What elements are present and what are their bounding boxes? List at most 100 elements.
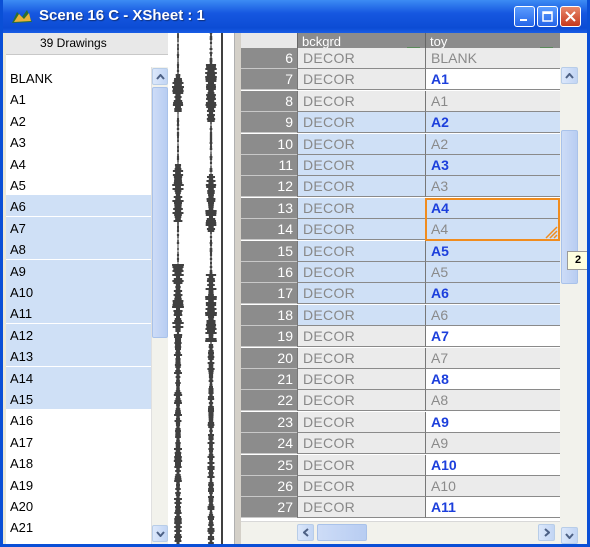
bckgrd-cell[interactable]: DECOR <box>297 283 425 305</box>
grid-scroll-up-button[interactable] <box>561 67 578 84</box>
scroll-down-button[interactable] <box>152 525 168 542</box>
toy-cell[interactable]: BLANK <box>425 48 560 69</box>
drawing-list-item[interactable]: A2 <box>6 110 151 131</box>
toy-cell[interactable]: A6 <box>425 304 560 326</box>
drawing-list-item[interactable]: A11 <box>6 302 151 324</box>
grid-vertical-scrollbar[interactable] <box>560 33 587 544</box>
toy-cell[interactable]: A9 <box>425 411 560 433</box>
drawing-list-item[interactable]: A14 <box>6 366 151 388</box>
toy-cell[interactable]: A2 <box>425 133 560 155</box>
frame-number-cell[interactable]: 27 <box>241 497 297 519</box>
frame-number-cell[interactable]: 21 <box>241 369 297 390</box>
drawing-list-item[interactable]: A7 <box>6 216 151 238</box>
toy-cell[interactable]: A5 <box>425 262 560 283</box>
grid-horizontal-scrollbar[interactable] <box>241 521 560 544</box>
bckgrd-cell[interactable]: DECOR <box>297 48 425 69</box>
bckgrd-cell[interactable]: DECOR <box>297 390 425 412</box>
bckgrd-cell[interactable]: DECOR <box>297 69 425 91</box>
toy-cell[interactable]: A2 <box>425 112 560 134</box>
frame-number-cell[interactable]: 18 <box>241 304 297 326</box>
toy-cell[interactable]: A3 <box>425 176 560 198</box>
toy-cell[interactable]: A3 <box>425 155 560 176</box>
scroll-thumb[interactable] <box>152 87 168 338</box>
frame-number-cell[interactable]: 9 <box>241 112 297 134</box>
drawing-list-item[interactable]: A21 <box>6 516 151 537</box>
frame-number-cell[interactable]: 6 <box>241 48 297 69</box>
bckgrd-cell[interactable]: DECOR <box>297 176 425 198</box>
toy-cell[interactable]: A8 <box>425 369 560 390</box>
drawing-list-item[interactable]: A12 <box>6 323 151 345</box>
drawing-list-item[interactable]: A17 <box>6 431 151 452</box>
frame-number-cell[interactable]: 26 <box>241 476 297 497</box>
drawing-list-item[interactable]: A5 <box>6 174 151 195</box>
frame-number-cell[interactable]: 15 <box>241 240 297 262</box>
bckgrd-cell[interactable]: DECOR <box>297 219 425 241</box>
toy-cell[interactable]: A8 <box>425 390 560 412</box>
frame-number-cell[interactable]: 12 <box>241 176 297 198</box>
drawing-list-item[interactable]: A8 <box>6 238 151 260</box>
sound-track[interactable] <box>168 32 234 544</box>
xsheet-grid[interactable]: bckgrd toy 6 DECOR BLANK 7 DECOR A1 8 DECOR A1 9 D… <box>241 33 560 544</box>
bckgrd-cell[interactable]: DECOR <box>297 454 425 476</box>
bckgrd-cell[interactable]: DECOR <box>297 133 425 155</box>
bckgrd-cell[interactable]: DECOR <box>297 304 425 326</box>
frame-number-cell[interactable]: 11 <box>241 155 297 176</box>
frame-number-cell[interactable]: 13 <box>241 197 297 219</box>
bckgrd-cell[interactable]: DECOR <box>297 433 425 455</box>
bckgrd-cell[interactable]: DECOR <box>297 347 425 369</box>
scroll-up-button[interactable] <box>152 68 168 85</box>
drawings-list[interactable]: BLANK A1 A2 A3 A4 A5 A6 A7 A8 A9 A10 A11 A12 A13 A14 A1… <box>6 67 151 544</box>
drawings-scrollbar[interactable] <box>151 67 169 544</box>
minimize-button[interactable] <box>514 6 535 27</box>
drawing-list-item[interactable]: A19 <box>6 474 151 495</box>
bckgrd-cell[interactable]: DECOR <box>297 497 425 519</box>
drawing-list-item[interactable]: A4 <box>6 153 151 174</box>
frame-number-cell[interactable]: 23 <box>241 411 297 433</box>
toy-cell[interactable]: A7 <box>425 347 560 369</box>
bckgrd-cell[interactable]: DECOR <box>297 90 425 112</box>
toy-cell[interactable]: A10 <box>425 454 560 476</box>
maximize-button[interactable] <box>537 6 558 27</box>
bckgrd-cell[interactable]: DECOR <box>297 262 425 283</box>
toy-cell[interactable]: A7 <box>425 326 560 348</box>
scroll-left-button[interactable] <box>297 524 314 541</box>
bckgrd-cell[interactable]: DECOR <box>297 326 425 348</box>
scroll-right-button[interactable] <box>538 524 555 541</box>
drawing-list-item[interactable]: A3 <box>6 131 151 152</box>
resize-grip-icon[interactable] <box>542 223 558 239</box>
drawing-list-item[interactable]: A16 <box>6 409 151 430</box>
drawing-list-item[interactable]: A13 <box>6 345 151 367</box>
drawing-list-item[interactable]: A9 <box>6 259 151 281</box>
frame-number-cell[interactable]: 8 <box>241 90 297 112</box>
toy-cell[interactable]: A10 <box>425 476 560 497</box>
bckgrd-cell[interactable]: DECOR <box>297 369 425 390</box>
bckgrd-cell[interactable]: DECOR <box>297 155 425 176</box>
frame-number-cell[interactable]: 16 <box>241 262 297 283</box>
frame-number-cell[interactable]: 14 <box>241 219 297 241</box>
frame-number-cell[interactable]: 17 <box>241 283 297 305</box>
drawing-list-item[interactable]: A6 <box>6 195 151 217</box>
frame-number-cell[interactable]: 7 <box>241 69 297 91</box>
horizontal-scroll-thumb[interactable] <box>317 524 367 541</box>
bckgrd-cell[interactable]: DECOR <box>297 112 425 134</box>
drawing-list-item[interactable]: A1 <box>6 88 151 109</box>
bckgrd-cell[interactable]: DECOR <box>297 411 425 433</box>
toy-cell[interactable]: A1 <box>425 69 560 91</box>
drawing-list-item[interactable]: BLANK <box>6 67 151 88</box>
bckgrd-cell[interactable]: DECOR <box>297 240 425 262</box>
cell-selection-outline[interactable] <box>425 197 560 241</box>
bckgrd-cell[interactable]: DECOR <box>297 197 425 219</box>
close-button[interactable] <box>560 6 581 27</box>
frame-number-cell[interactable]: 10 <box>241 133 297 155</box>
toy-cell[interactable]: A5 <box>425 240 560 262</box>
drawing-list-item[interactable]: A15 <box>6 388 151 409</box>
drawing-list-item[interactable]: A10 <box>6 281 151 302</box>
grid-scroll-down-button[interactable] <box>561 527 578 544</box>
toy-cell[interactable]: A11 <box>425 497 560 519</box>
drawing-list-item[interactable]: A20 <box>6 495 151 516</box>
frame-number-cell[interactable]: 20 <box>241 347 297 369</box>
drawing-list-item[interactable]: A18 <box>6 452 151 473</box>
frame-number-cell[interactable]: 22 <box>241 390 297 412</box>
drawing-list-item[interactable]: A22 <box>6 538 151 544</box>
title-bar[interactable]: Scene 16 C - XSheet : 1 <box>3 0 587 33</box>
